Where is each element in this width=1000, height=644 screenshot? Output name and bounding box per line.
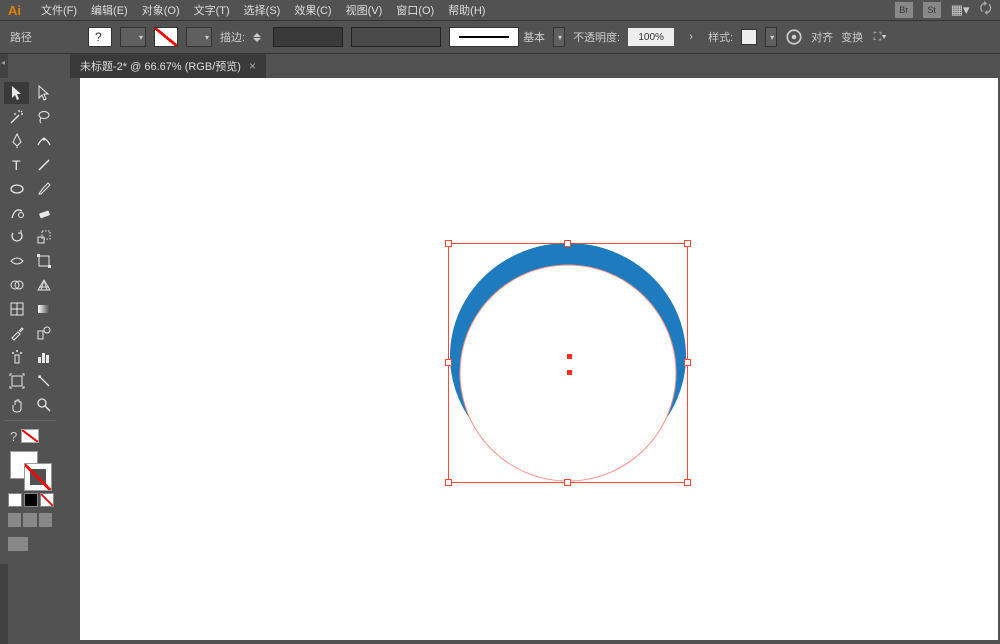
draw-inside-icon[interactable] — [39, 513, 52, 527]
stroke-color-swatch[interactable] — [24, 463, 52, 491]
menu-edit[interactable]: 编辑(E) — [91, 2, 128, 18]
line-segment-tool[interactable] — [31, 154, 56, 176]
artboard-tool[interactable] — [4, 370, 29, 392]
fill-stroke-swatches[interactable] — [4, 449, 56, 491]
color-mode-gradient[interactable] — [24, 493, 38, 507]
app-logo: Ai — [8, 3, 21, 18]
handle-bottom-middle[interactable] — [564, 479, 571, 486]
menu-help[interactable]: 帮助(H) — [448, 2, 485, 18]
selection-bounding-box[interactable] — [448, 243, 688, 483]
eraser-tool[interactable] — [31, 202, 56, 224]
shaper-tool[interactable] — [4, 202, 29, 224]
color-mode-row — [4, 493, 56, 507]
hand-tool[interactable] — [4, 394, 29, 416]
type-tool[interactable]: T — [4, 154, 29, 176]
stroke-weight-field[interactable] — [273, 27, 343, 47]
magic-wand-tool[interactable] — [4, 106, 29, 128]
recolor-artwork-icon[interactable] — [785, 28, 803, 46]
stroke-dropdown[interactable] — [186, 27, 212, 47]
document-tab-title: 未标题-2* @ 66.67% (RGB/预览) — [80, 58, 241, 74]
draw-normal-icon[interactable] — [8, 513, 21, 527]
rotate-tool[interactable] — [4, 226, 29, 248]
handle-middle-right[interactable] — [684, 359, 691, 366]
gradient-tool[interactable] — [31, 298, 56, 320]
document-tab-bar: 未标题-2* @ 66.67% (RGB/预览) × — [0, 54, 1000, 78]
selection-type-label: 路径 — [10, 29, 32, 45]
handle-bottom-left[interactable] — [445, 479, 452, 486]
tools-panel: T ? — [0, 78, 58, 564]
svg-text:T: T — [12, 157, 21, 173]
eyedropper-tool[interactable] — [4, 322, 29, 344]
color-mode-solid[interactable] — [8, 493, 22, 507]
style-label: 样式: — [708, 29, 733, 45]
stroke-weight-stepper[interactable] — [253, 27, 265, 47]
handle-bottom-right[interactable] — [684, 479, 691, 486]
opacity-more-icon[interactable]: › — [682, 28, 700, 46]
color-mode-none[interactable] — [40, 493, 54, 507]
transform-label[interactable]: 变换 — [841, 29, 863, 45]
selection-tool[interactable] — [4, 82, 29, 104]
stock-icon[interactable]: St — [923, 2, 941, 18]
center-point-2 — [567, 370, 572, 375]
fill-dropdown[interactable] — [120, 27, 146, 47]
style-dropdown[interactable] — [765, 27, 777, 47]
free-transform-tool[interactable] — [31, 250, 56, 272]
mesh-tool[interactable] — [4, 298, 29, 320]
draw-behind-icon[interactable] — [23, 513, 36, 527]
handle-top-left[interactable] — [445, 240, 452, 247]
brush-dropdown[interactable] — [553, 27, 565, 47]
draw-mode-row — [4, 509, 56, 531]
menu-object[interactable]: 对象(O) — [142, 2, 180, 18]
canvas-area — [58, 78, 1000, 644]
document-tab[interactable]: 未标题-2* @ 66.67% (RGB/预览) × — [70, 54, 266, 78]
blend-tool[interactable] — [31, 322, 56, 344]
stroke-label: 描边: — [220, 29, 245, 45]
menu-bar: Ai 文件(F) 编辑(E) 对象(O) 文字(T) 选择(S) 效果(C) 视… — [0, 0, 1000, 20]
lasso-tool[interactable] — [31, 106, 56, 128]
graphic-style-swatch[interactable] — [741, 29, 757, 45]
ellipse-tool[interactable] — [4, 178, 29, 200]
isolate-icon[interactable]: ⛶▾ — [871, 28, 889, 46]
menu-window[interactable]: 窗口(O) — [396, 2, 434, 18]
scale-tool[interactable] — [31, 226, 56, 248]
fill-swatch[interactable] — [88, 27, 112, 47]
zoom-tool[interactable] — [31, 394, 56, 416]
menubar-right: Br St ▦▾ 🗘 — [895, 0, 992, 22]
curvature-tool[interactable] — [31, 130, 56, 152]
opacity-value[interactable]: 100% — [628, 28, 674, 46]
brush-definition[interactable] — [449, 27, 519, 47]
center-point-1 — [567, 354, 572, 359]
document-tab-close[interactable]: × — [249, 59, 256, 73]
symbol-sprayer-tool[interactable] — [4, 346, 29, 368]
width-tool[interactable] — [4, 250, 29, 272]
handle-middle-left[interactable] — [445, 359, 452, 366]
paintbrush-tool[interactable] — [31, 178, 56, 200]
handle-top-right[interactable] — [684, 240, 691, 247]
column-graph-tool[interactable] — [31, 346, 56, 368]
arrange-documents-icon[interactable]: ▦▾ — [951, 2, 970, 18]
default-fill-stroke-icon[interactable]: ? — [4, 425, 56, 447]
artboard[interactable] — [80, 78, 998, 640]
handle-top-middle[interactable] — [564, 240, 571, 247]
opacity-label: 不透明度: — [573, 29, 620, 45]
direct-selection-tool[interactable] — [31, 82, 56, 104]
brush-basic-label: 基本 — [523, 29, 545, 45]
perspective-grid-tool[interactable] — [31, 274, 56, 296]
slice-tool[interactable] — [31, 370, 56, 392]
variable-width-profile[interactable] — [351, 27, 441, 47]
stroke-swatch[interactable] — [154, 27, 178, 47]
align-label[interactable]: 对齐 — [811, 29, 833, 45]
menu-view[interactable]: 视图(V) — [346, 2, 383, 18]
control-bar: 路径 描边: 基本 不透明度: 100% › 样式: 对齐 变换 ⛶▾ — [0, 20, 1000, 54]
menu-type[interactable]: 文字(T) — [194, 2, 230, 18]
shape-builder-tool[interactable] — [4, 274, 29, 296]
screen-mode[interactable] — [4, 533, 56, 560]
sync-settings-icon[interactable]: 🗘 — [980, 0, 993, 22]
menu-effect[interactable]: 效果(C) — [294, 2, 331, 18]
menu-select[interactable]: 选择(S) — [244, 2, 281, 18]
menu-file[interactable]: 文件(F) — [41, 2, 77, 18]
bridge-icon[interactable]: Br — [895, 2, 913, 18]
pen-tool[interactable] — [4, 130, 29, 152]
